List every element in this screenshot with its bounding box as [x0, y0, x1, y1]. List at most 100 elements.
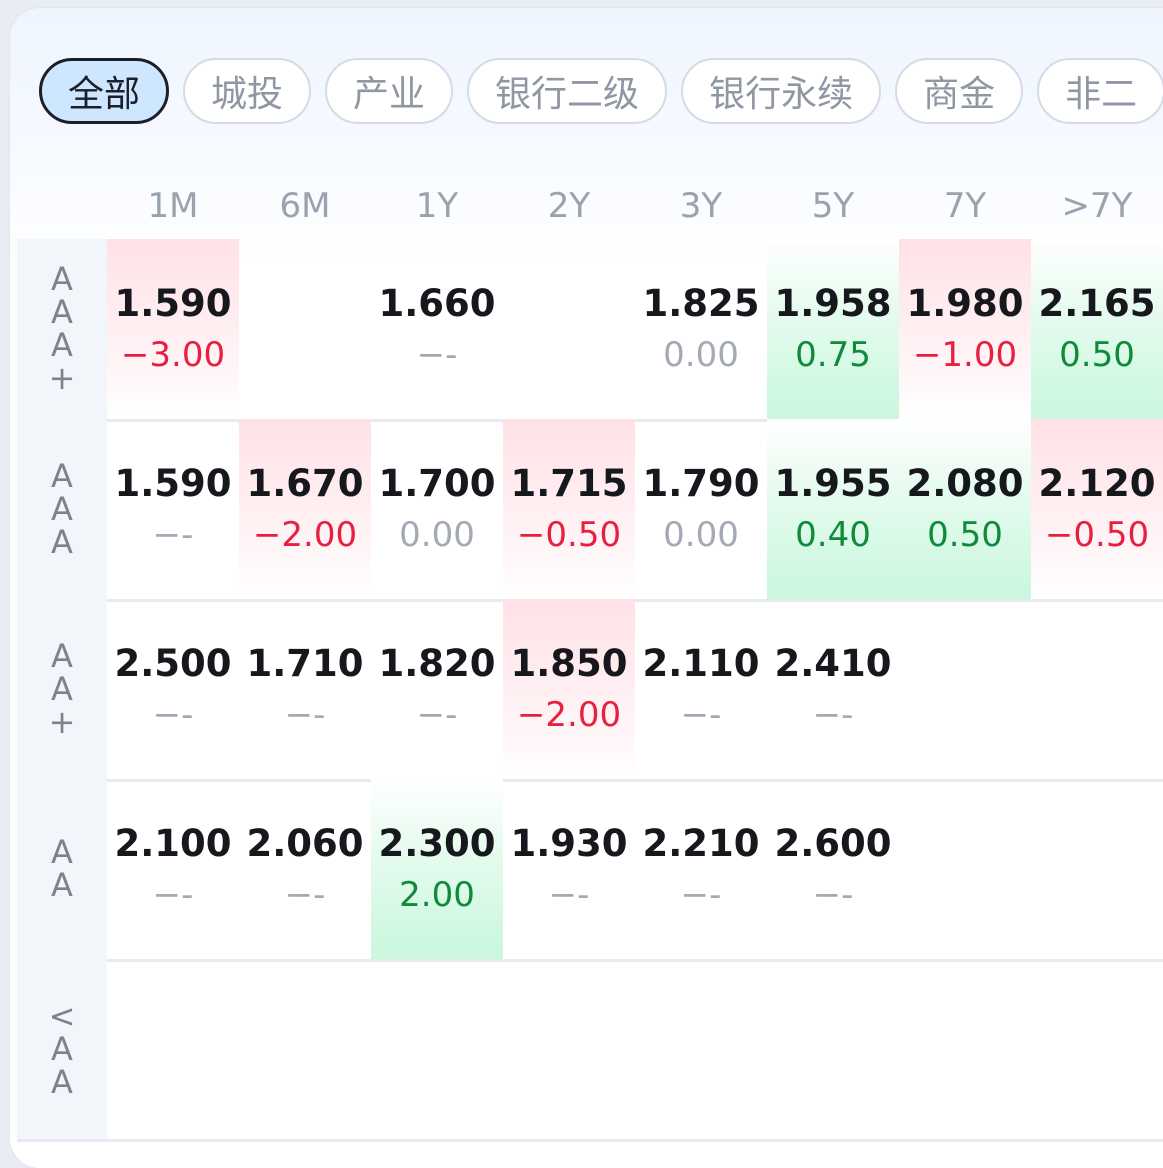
yield-change: −-: [416, 695, 458, 735]
yield-change: [239, 329, 371, 381]
yield-change: 0.00: [663, 335, 739, 375]
rating-label: A A +: [17, 599, 107, 779]
yield-cell[interactable]: 2.600 −-: [767, 779, 899, 959]
yield-value: 2.060: [246, 822, 364, 865]
yield-change: −3.00: [120, 335, 226, 375]
yield-change: 0.40: [795, 515, 871, 555]
yield-value: 2.080: [906, 462, 1024, 505]
yield-change: −2.00: [516, 695, 622, 735]
yield-change: 0.75: [795, 335, 871, 375]
yield-change: −-: [680, 695, 722, 735]
tenor-header[interactable]: 1M: [107, 186, 239, 226]
yield-value: [1031, 819, 1163, 869]
tab-bank-perpetual[interactable]: 银行永续: [681, 58, 882, 124]
tenor-header[interactable]: 3Y: [635, 186, 767, 226]
yield-cell[interactable]: 1.790 0.00: [635, 419, 767, 599]
tab-non-tier2[interactable]: 非二: [1037, 58, 1163, 124]
yield-change: 0.50: [1059, 335, 1135, 375]
yield-change: −-: [416, 335, 458, 375]
yield-cell[interactable]: 2.210 −-: [635, 779, 767, 959]
tab-urban-investment[interactable]: 城投: [183, 58, 312, 124]
yield-change: 0.00: [399, 515, 475, 555]
tab-industrial[interactable]: 产业: [325, 58, 454, 124]
tenor-header[interactable]: 2Y: [503, 186, 635, 226]
tenor-header[interactable]: 1Y: [371, 186, 503, 226]
yield-value: [899, 819, 1031, 869]
yield-cell[interactable]: 1.825 0.00: [635, 239, 767, 419]
tab-all[interactable]: 全部: [39, 58, 170, 124]
yield-change: [899, 869, 1031, 921]
yield-change: [1031, 869, 1163, 921]
yield-value: 1.850: [510, 642, 628, 685]
yield-change: [899, 689, 1031, 741]
yield-change: −-: [284, 875, 326, 915]
yield-change: −-: [152, 875, 194, 915]
yield-cell[interactable]: [899, 779, 1031, 959]
yield-value: 2.100: [114, 822, 232, 865]
yield-value: 1.955: [774, 462, 892, 505]
yield-cell[interactable]: [1031, 779, 1163, 959]
tenor-header[interactable]: 5Y: [767, 186, 899, 226]
yield-change: −0.50: [516, 515, 622, 555]
yield-cell[interactable]: 2.165 0.50: [1031, 239, 1163, 419]
yield-value: 1.710: [246, 642, 364, 685]
yield-cell[interactable]: 1.958 0.75: [767, 239, 899, 419]
yield-value: 2.110: [642, 642, 760, 685]
yield-value: 1.670: [246, 462, 364, 505]
yield-cell[interactable]: [503, 239, 635, 419]
rating-row: A A 2.100 −- 2.060 −- 2.300 2.00 1.930 −- 2.210 −- 2…: [17, 779, 1163, 962]
yield-value: 1.590: [114, 282, 232, 325]
yield-cell[interactable]: 1.715 −0.50: [503, 419, 635, 599]
yield-cell[interactable]: 1.670 −2.00: [239, 419, 371, 599]
yield-cell[interactable]: 2.110 −-: [635, 599, 767, 779]
yield-cell[interactable]: 1.710 −-: [239, 599, 371, 779]
tab-bank-tier2[interactable]: 银行二级: [467, 58, 668, 124]
yield-change: 0.00: [663, 515, 739, 555]
yield-cell[interactable]: 2.100 −-: [107, 779, 239, 959]
yield-change: 0.50: [927, 515, 1003, 555]
yield-cell[interactable]: 1.980 −1.00: [899, 239, 1031, 419]
yield-cell[interactable]: 2.410 −-: [767, 599, 899, 779]
tenor-header-row: 1M 6M 1Y 2Y 3Y 5Y 7Y >7Y: [107, 186, 1163, 226]
yield-value: 1.930: [510, 822, 628, 865]
yield-value: 2.500: [114, 642, 232, 685]
rating-row: A A +2.500 −- 1.710 −- 1.820 −- 1.850 −2.00 2.110 −…: [17, 599, 1163, 782]
rating-label: AA: [17, 779, 107, 959]
yield-value: 2.410: [774, 642, 892, 685]
yield-cell[interactable]: 2.300 2.00: [371, 779, 503, 959]
yield-cell[interactable]: [899, 599, 1031, 779]
yield-change: 2.00: [399, 875, 475, 915]
tenor-header[interactable]: 6M: [239, 186, 371, 226]
yield-cell[interactable]: 2.120 −0.50: [1031, 419, 1163, 599]
yield-value: 1.715: [510, 462, 628, 505]
yield-change: −2.00: [252, 515, 358, 555]
tenor-header[interactable]: >7Y: [1031, 186, 1163, 226]
rating-row: < A A: [17, 959, 1163, 1142]
yield-value: 2.600: [774, 822, 892, 865]
yield-cell[interactable]: 1.820 −-: [371, 599, 503, 779]
yield-cell[interactable]: 1.590 −-: [107, 419, 239, 599]
yield-change: [1031, 689, 1163, 741]
yield-card: 全部 城投 产业 银行二级 银行永续 商金 非二 1M 6M 1Y 2Y 3Y …: [10, 8, 1163, 1168]
yield-change: −-: [548, 875, 590, 915]
yield-value: 2.120: [1038, 462, 1156, 505]
yield-cell[interactable]: 2.500 −-: [107, 599, 239, 779]
yield-value: [899, 639, 1031, 689]
yield-cell[interactable]: 1.930 −-: [503, 779, 635, 959]
yield-value: 1.825: [642, 282, 760, 325]
yield-cell[interactable]: 1.955 0.40: [767, 419, 899, 599]
yield-cell[interactable]: [1031, 599, 1163, 779]
yield-cell[interactable]: 2.060 −-: [239, 779, 371, 959]
category-tabs: 全部 城投 产业 银行二级 银行永续 商金 非二: [39, 58, 1163, 124]
yield-cell[interactable]: 1.660 −-: [371, 239, 503, 419]
yield-cell[interactable]: 1.850 −2.00: [503, 599, 635, 779]
yield-value: 2.165: [1038, 282, 1156, 325]
yield-cell[interactable]: 1.700 0.00: [371, 419, 503, 599]
yield-cell[interactable]: 2.080 0.50: [899, 419, 1031, 599]
yield-value: 2.210: [642, 822, 760, 865]
yield-change: −0.50: [1044, 515, 1150, 555]
yield-cell[interactable]: [239, 239, 371, 419]
tab-commercial-finance[interactable]: 商金: [895, 58, 1024, 124]
tenor-header[interactable]: 7Y: [899, 186, 1031, 226]
yield-cell[interactable]: 1.590 −3.00: [107, 239, 239, 419]
